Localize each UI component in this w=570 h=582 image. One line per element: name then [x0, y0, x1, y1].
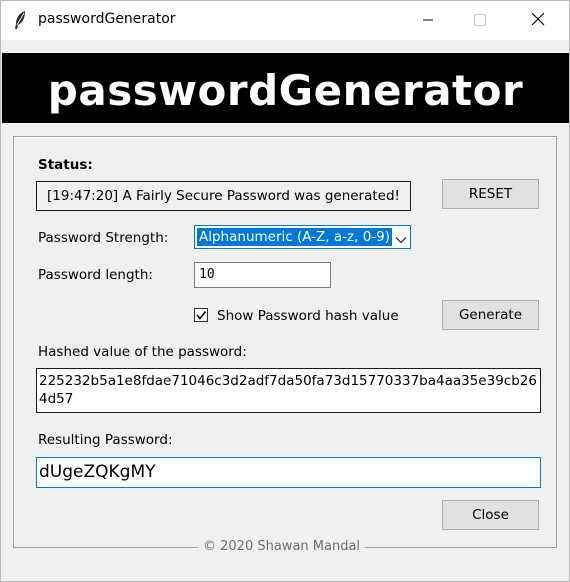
feather-icon [13, 10, 27, 30]
reset-button[interactable]: RESET [442, 179, 539, 209]
app-window: passwordGenerator passwordGenerator © 20… [0, 0, 570, 582]
strength-select[interactable]: Alphanumeric (A-Z, a-z, 0-9) [194, 225, 411, 249]
close-icon [531, 11, 545, 30]
minimize-button[interactable] [405, 1, 451, 40]
show-hash-checkbox[interactable] [194, 308, 208, 322]
banner-title: passwordGenerator [47, 65, 524, 115]
strength-label: Password Strength: [38, 230, 169, 246]
maximize-button[interactable] [457, 1, 503, 40]
status-label: Status: [38, 157, 93, 173]
copyright-caption: © 2020 Shawan Mandal [198, 539, 366, 554]
length-label: Password length: [38, 267, 153, 283]
hash-label: Hashed value of the password: [38, 344, 247, 360]
length-input[interactable]: 10 [194, 262, 331, 288]
app-banner: passwordGenerator [2, 53, 569, 123]
close-button[interactable]: Close [442, 500, 539, 530]
window-title: passwordGenerator [38, 11, 176, 27]
hash-output[interactable]: 225232b5a1e8fdae71046c3d2adf7da50fa73d15… [36, 368, 541, 413]
window-close-button[interactable] [515, 1, 561, 40]
result-password-field[interactable]: dUgeZQKgMY [36, 457, 541, 488]
title-bar[interactable]: passwordGenerator [1, 1, 569, 40]
strength-selected-value: Alphanumeric (A-Z, a-z, 0-9) [197, 228, 393, 246]
minimize-icon [422, 11, 434, 30]
maximize-icon [474, 11, 486, 30]
result-label: Resulting Password: [38, 432, 173, 448]
chevron-down-icon [395, 231, 407, 244]
generate-button[interactable]: Generate [442, 300, 539, 330]
show-hash-label[interactable]: Show Password hash value [217, 308, 399, 324]
status-message: [19:47:20] A Fairly Secure Password was … [36, 181, 411, 211]
